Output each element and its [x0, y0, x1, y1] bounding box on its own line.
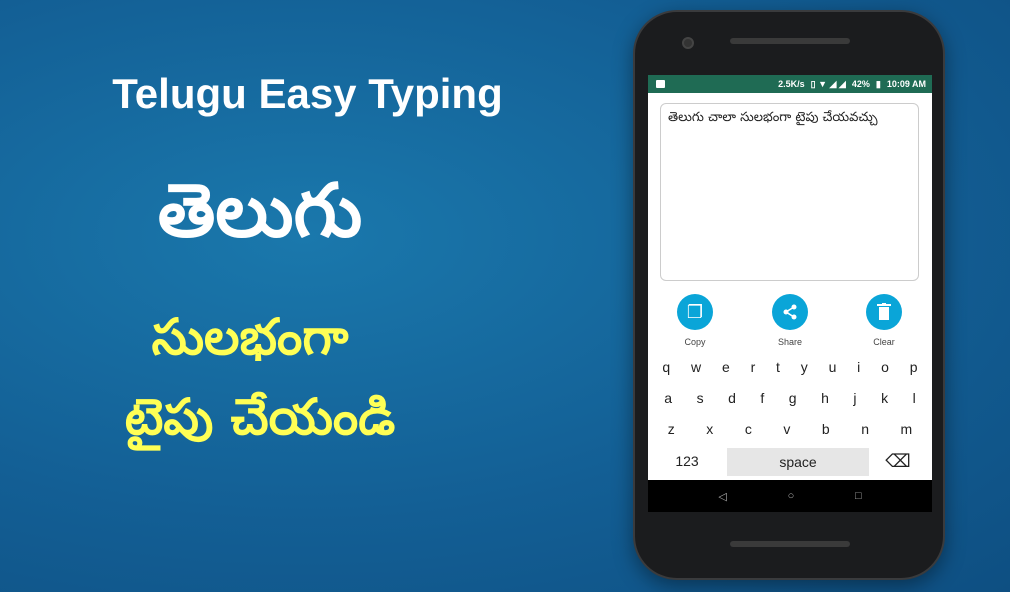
status-bar: 2.5K/s ▯ ▼ ◢ ◢ 42% ▮ 10:09 AM	[648, 75, 932, 93]
share-icon	[772, 294, 808, 330]
key-a[interactable]: a	[664, 390, 672, 406]
key-p[interactable]: p	[910, 359, 918, 375]
promo-title: Telugu Easy Typing	[112, 70, 503, 117]
signal-icons: ▯ ▼ ◢ ◢	[810, 78, 846, 89]
key-x[interactable]: x	[706, 421, 713, 437]
key-u[interactable]: u	[829, 359, 837, 375]
key-k[interactable]: k	[881, 390, 888, 406]
key-e[interactable]: e	[722, 359, 730, 375]
key-l[interactable]: l	[913, 390, 916, 406]
copy-icon: ❐	[677, 294, 713, 330]
keyboard-row-2: asdfghjkl	[648, 390, 932, 406]
key-z[interactable]: z	[668, 421, 675, 437]
phone-speaker	[730, 38, 850, 44]
key-c[interactable]: c	[745, 421, 752, 437]
key-o[interactable]: o	[881, 359, 889, 375]
key-t[interactable]: t	[776, 359, 780, 375]
key-n[interactable]: n	[861, 421, 869, 437]
keyboard-row-3: zxcvbnm	[648, 421, 932, 437]
key-r[interactable]: r	[751, 359, 756, 375]
phone-speaker-bottom	[730, 541, 850, 547]
network-speed: 2.5K/s	[778, 79, 805, 89]
promo-telugu-word: తెలుగు	[157, 168, 363, 254]
battery-icon: ▮	[875, 78, 881, 89]
battery-level: 42%	[851, 79, 870, 89]
promo-line-easily: సులభంగా	[151, 308, 349, 366]
key-m[interactable]: m	[901, 421, 913, 437]
key-s[interactable]: s	[697, 390, 704, 406]
trash-icon	[866, 294, 902, 330]
key-b[interactable]: b	[822, 421, 830, 437]
key-h[interactable]: h	[821, 390, 829, 406]
copy-label: Copy	[684, 337, 706, 347]
home-nav-icon[interactable]: ○	[788, 490, 795, 502]
gallery-notification-icon	[656, 80, 665, 88]
space-key[interactable]: space	[727, 448, 869, 476]
numbers-key[interactable]: 123	[662, 453, 712, 469]
text-input-area[interactable]: తెలుగు చాలా సులభంగా టైపు చేయవచ్చు	[660, 103, 919, 281]
camera-icon	[682, 37, 694, 49]
navigation-bar: ◁ ○ □	[648, 480, 932, 512]
backspace-icon[interactable]: ⌫	[880, 451, 916, 473]
promo-line-type: టైపు చేయండి	[124, 388, 396, 446]
key-v[interactable]: v	[783, 421, 790, 437]
share-label: Share	[777, 337, 803, 347]
key-j[interactable]: j	[853, 390, 856, 406]
key-y[interactable]: y	[801, 359, 808, 375]
key-w[interactable]: w	[691, 359, 701, 375]
back-nav-icon[interactable]: ◁	[718, 490, 726, 503]
key-g[interactable]: g	[789, 390, 797, 406]
key-d[interactable]: d	[728, 390, 736, 406]
clock: 10:09 AM	[886, 79, 926, 89]
clear-label: Clear	[873, 337, 895, 347]
keyboard-row-1: qwertyuiop	[648, 359, 932, 375]
share-button[interactable]: Share	[760, 294, 820, 347]
key-q[interactable]: q	[662, 359, 670, 375]
key-i[interactable]: i	[857, 359, 860, 375]
copy-button[interactable]: ❐ Copy	[665, 294, 725, 347]
key-f[interactable]: f	[760, 390, 764, 406]
recents-nav-icon[interactable]: □	[855, 490, 862, 502]
clear-button[interactable]: Clear	[854, 294, 914, 347]
